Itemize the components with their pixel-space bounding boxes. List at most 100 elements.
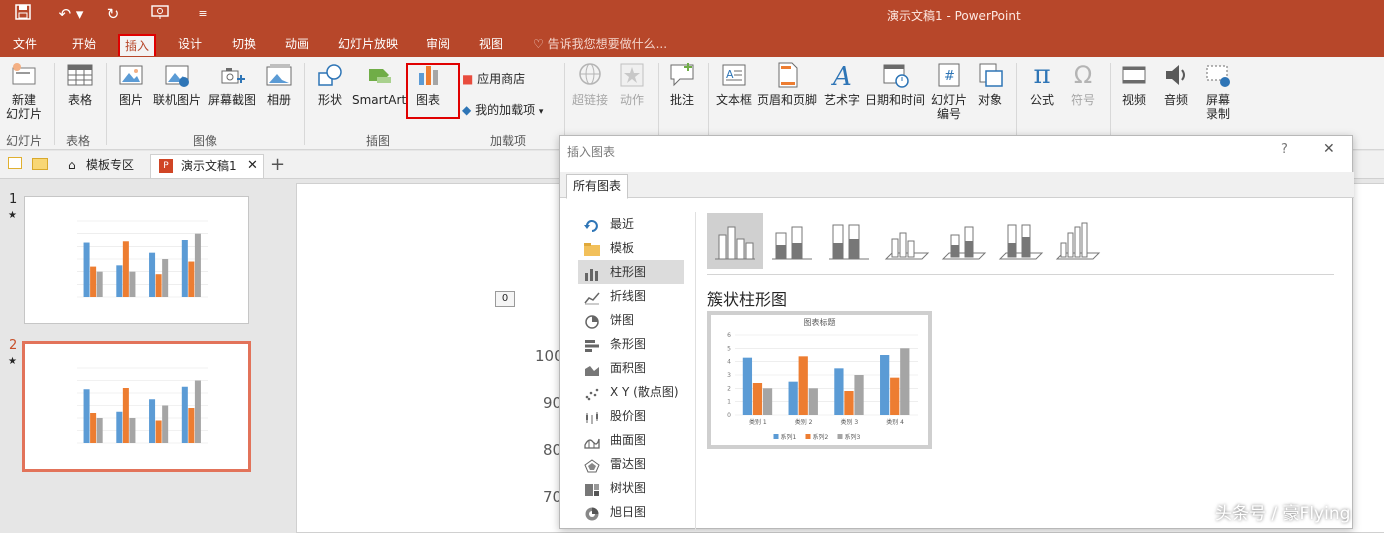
tab-all-charts[interactable]: 所有图表	[566, 174, 629, 199]
close-icon[interactable]: ✕	[1323, 141, 1335, 157]
chart-bar	[96, 271, 103, 297]
tab-animations[interactable]: 动画	[277, 34, 317, 56]
add-tab-icon[interactable]: +	[270, 154, 285, 175]
undo-icon[interactable]: ↶ ▾	[54, 4, 88, 24]
tab-transitions[interactable]: 切换	[224, 34, 264, 56]
category-radar[interactable]: 雷达图	[578, 452, 684, 476]
header-footer-button[interactable]: 页眉和页脚	[756, 61, 818, 133]
new-slide-button[interactable]: 新建 幻灯片	[2, 61, 46, 133]
subtype-3d-clustered-column[interactable]	[878, 213, 934, 269]
category-bar[interactable]: 条形图	[578, 332, 684, 356]
3d-column-icon	[1055, 222, 1101, 260]
symbol-button[interactable]: Ω 符号	[1064, 61, 1102, 133]
screenshot-button[interactable]: 屏幕截图	[206, 61, 258, 133]
comment-marker[interactable]: 0	[495, 291, 515, 307]
close-tab-icon[interactable]: ✕	[247, 155, 258, 177]
category-treemap[interactable]: 树状图	[578, 476, 684, 500]
animation-star-icon: ★	[8, 210, 17, 221]
shapes-button[interactable]: 形状	[312, 61, 348, 133]
scatter-chart-icon	[584, 385, 600, 401]
chart-bar	[90, 266, 97, 297]
omega-symbol-icon: Ω	[1073, 61, 1093, 89]
category-pie[interactable]: 饼图	[578, 308, 684, 332]
category-stock[interactable]: 股价图	[578, 404, 684, 428]
help-icon[interactable]: ?	[1281, 142, 1288, 157]
smartart-button[interactable]: SmartArt	[352, 61, 406, 133]
category-surface[interactable]: 曲面图	[578, 428, 684, 452]
clustered-column-icon	[715, 226, 755, 260]
folder-icon[interactable]	[32, 158, 48, 170]
tab-slideshow[interactable]: 幻灯片放映	[333, 34, 403, 56]
audio-label: 音频	[1163, 93, 1188, 107]
category-column[interactable]: 柱形图	[578, 260, 684, 284]
ribbon-separator	[304, 63, 305, 145]
tab-view[interactable]: 视图	[471, 34, 511, 56]
screen-record-button[interactable]: 屏幕 录制	[1198, 61, 1238, 133]
album-button[interactable]: 相册	[262, 61, 296, 133]
y-tick-label: 0	[727, 412, 731, 419]
slide-number-icon: #	[935, 61, 963, 89]
chart-bar	[890, 377, 900, 415]
chart-preview[interactable]: 图表标题 0 1 2 3 4 5 6 类别 1 类别 2 类别 3 类别 4 系列1 系列2 系列3	[707, 311, 932, 449]
slide-thumbnail-2[interactable]	[22, 341, 251, 472]
hyperlink-button[interactable]: 超链接	[568, 61, 612, 133]
doc-tab-active[interactable]: P 演示文稿1 ✕	[150, 154, 264, 178]
equation-button[interactable]: π 公式	[1022, 61, 1062, 133]
my-addins-button[interactable]: ◆ 我的加载项 ▾	[462, 100, 543, 120]
redo-icon[interactable]: ↻	[102, 4, 124, 24]
chart-bar	[194, 233, 201, 297]
smartart-label: SmartArt	[352, 93, 407, 107]
comment-button[interactable]: 批注	[664, 61, 700, 133]
tell-me-box[interactable]: ♡ 告诉我您想要做什么...	[533, 35, 667, 52]
chart-bar	[834, 368, 844, 415]
video-button[interactable]: 视频	[1116, 61, 1152, 133]
category-sunburst[interactable]: 旭日图	[578, 500, 684, 524]
audio-button[interactable]: 音频	[1158, 61, 1194, 133]
category-scatter[interactable]: X Y (散点图)	[578, 380, 684, 404]
screen-record-icon	[1204, 61, 1232, 89]
legend-swatch	[837, 434, 843, 439]
new-file-icon[interactable]	[8, 157, 22, 169]
subtype-100-stacked-column[interactable]	[821, 213, 877, 269]
lightbulb-icon: ♡	[533, 37, 548, 51]
category-label: 旭日图	[610, 505, 647, 519]
category-recent[interactable]: 最近	[578, 212, 684, 236]
group-label-table: 表格	[66, 134, 91, 148]
present-from-start-icon[interactable]	[148, 4, 172, 24]
object-button[interactable]: 对象	[972, 61, 1008, 133]
picture-button[interactable]: 图片	[114, 61, 148, 133]
textbox-button[interactable]: A 文本框	[714, 61, 754, 133]
subtype-clustered-column[interactable]	[707, 213, 763, 269]
legend-entry: 系列3	[845, 433, 861, 441]
category-label: 雷达图	[610, 457, 647, 471]
slide-number-button[interactable]: # 幻灯片 编号	[928, 61, 970, 133]
subtype-3d-column[interactable]	[1049, 213, 1105, 269]
watermark-text: 头条号 / 豪Flying	[1215, 504, 1351, 524]
category-templates[interactable]: 模板	[578, 236, 684, 260]
customize-qat-icon[interactable]: ≡	[196, 4, 210, 24]
wordart-button[interactable]: A 艺术字	[822, 61, 862, 133]
category-line[interactable]: 折线图	[578, 284, 684, 308]
tab-review[interactable]: 审阅	[418, 34, 458, 56]
tab-file[interactable]: 文件	[6, 34, 44, 56]
datetime-button[interactable]: 日期和时间	[864, 61, 926, 133]
store-button[interactable]: ■ 应用商店	[462, 69, 525, 89]
action-button[interactable]: 动作	[614, 61, 650, 133]
tab-design[interactable]: 设计	[170, 34, 210, 56]
slide-thumbnail-1[interactable]	[24, 196, 249, 324]
subtype-stacked-column[interactable]	[764, 213, 820, 269]
tab-home[interactable]: 开始	[64, 34, 104, 56]
save-icon[interactable]	[10, 4, 36, 24]
subtype-3d-100-stacked-column[interactable]	[992, 213, 1048, 269]
tab-insert[interactable]: 插入	[118, 34, 156, 56]
doc-tab-template[interactable]: ⌂ 模板专区	[62, 154, 146, 178]
subtype-3d-stacked-column[interactable]	[935, 213, 991, 269]
online-picture-button[interactable]: 联机图片	[150, 61, 204, 133]
textbox-icon: A	[720, 61, 748, 89]
picture-label: 图片	[118, 93, 143, 107]
category-area[interactable]: 面积图	[578, 356, 684, 380]
treemap-chart-icon	[584, 481, 600, 496]
slide-number-label: 幻灯片 编号	[930, 93, 967, 121]
table-button[interactable]: 表格	[62, 61, 98, 133]
category-label: 模板	[610, 241, 635, 255]
